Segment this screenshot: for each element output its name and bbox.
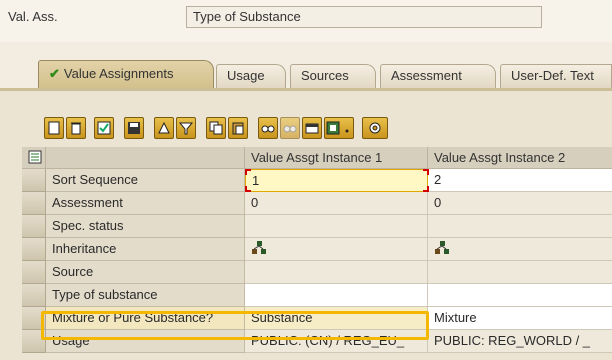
row-label: Spec. status <box>46 215 245 238</box>
mixture-or-pure-value-2[interactable]: Mixture <box>428 307 612 330</box>
checkmark-icon: ✔ <box>49 66 60 81</box>
tab-label: User-Def. Text <box>511 68 594 83</box>
delete-icon[interactable] <box>66 117 86 139</box>
row-label: Inheritance <box>46 238 245 261</box>
focus-corner-marker <box>245 186 251 192</box>
column-header-label <box>46 147 245 169</box>
tab-assessment[interactable]: Assessment <box>380 64 496 88</box>
layout-icon[interactable] <box>302 117 322 139</box>
filter-icon[interactable] <box>176 117 196 139</box>
assessment-value-2[interactable]: 0 <box>428 192 612 215</box>
table-row: Source <box>22 261 612 284</box>
focus-corner-marker <box>423 186 429 192</box>
tab-usage[interactable]: Usage <box>216 64 286 88</box>
assessment-value-1[interactable]: 0 <box>245 192 428 215</box>
value-assignments-panel: Value Assgt Instance 1 Value Assgt Insta… <box>0 91 612 360</box>
settings-icon[interactable] <box>362 117 388 139</box>
save-icon[interactable] <box>124 117 144 139</box>
tab-label: Sources <box>301 68 349 83</box>
spec-status-value-1[interactable] <box>245 215 428 238</box>
header-label: Val. Ass. <box>8 9 58 24</box>
row-selector[interactable] <box>22 261 46 284</box>
row-label: Assessment <box>46 192 245 215</box>
tab-label: Value Assignments <box>63 66 174 81</box>
row-label: Usage <box>46 330 245 353</box>
row-selector[interactable] <box>22 238 46 261</box>
mixture-or-pure-value-1[interactable]: Substance <box>245 307 428 330</box>
tab-strip: ✔ Value Assignments Usage Sources Assessm… <box>0 58 612 88</box>
find-icon[interactable] <box>258 117 278 139</box>
tab-label: Assessment <box>391 68 462 83</box>
header-bar: Val. Ass. Type of Substance <box>0 0 612 42</box>
row-selector[interactable] <box>22 284 46 307</box>
row-selector[interactable] <box>22 169 46 192</box>
table-row: Usage PUBLIC: (CN) / REG_EU_ PUBLIC: REG… <box>22 330 612 353</box>
source-value-1[interactable] <box>245 261 428 284</box>
usage-value-1[interactable]: PUBLIC: (CN) / REG_EU_ <box>245 330 428 353</box>
print-icon[interactable] <box>154 117 174 139</box>
sort-sequence-input-2[interactable]: 2 <box>428 169 612 192</box>
row-selector[interactable] <box>22 192 46 215</box>
row-label: Type of substance <box>46 284 245 307</box>
check-icon[interactable] <box>94 117 114 139</box>
spec-status-value-2[interactable] <box>428 215 612 238</box>
type-of-substance-input-2[interactable] <box>428 284 612 307</box>
type-of-substance-input-1[interactable] <box>245 284 428 307</box>
table-row: Sort Sequence 1 2 <box>22 169 612 192</box>
table-row: Type of substance <box>22 284 612 307</box>
table-row: Assessment 0 0 <box>22 192 612 215</box>
column-header-instance-1[interactable]: Value Assgt Instance 1 <box>245 147 428 169</box>
row-selector[interactable] <box>22 307 46 330</box>
tab-user-def-text[interactable]: User-Def. Text <box>500 64 612 88</box>
inheritance-value-2[interactable] <box>428 238 612 261</box>
find-next-icon[interactable] <box>280 117 300 139</box>
focus-corner-marker <box>245 169 251 175</box>
column-header-instance-2[interactable]: Value Assgt Instance 2 <box>428 147 612 169</box>
hierarchy-icon <box>435 241 449 254</box>
export-icon[interactable] <box>324 117 354 139</box>
row-label: Mixture or Pure Substance? <box>46 307 245 330</box>
table-row: Spec. status <box>22 215 612 238</box>
hierarchy-icon <box>252 241 266 254</box>
inheritance-value-1[interactable] <box>245 238 428 261</box>
header-value-field[interactable]: Type of Substance <box>186 6 542 28</box>
row-label: Sort Sequence <box>46 169 245 192</box>
table-row: Mixture or Pure Substance? Substance Mix… <box>22 307 612 330</box>
row-selector[interactable] <box>22 330 46 353</box>
copy-icon[interactable] <box>206 117 226 139</box>
create-icon[interactable] <box>44 117 64 139</box>
source-value-2[interactable] <box>428 261 612 284</box>
row-selector[interactable] <box>22 215 46 238</box>
tab-value-assignments[interactable]: ✔ Value Assignments <box>38 60 214 88</box>
row-label: Source <box>46 261 245 284</box>
paste-icon[interactable] <box>228 117 248 139</box>
tab-sources[interactable]: Sources <box>290 64 376 88</box>
select-all-icon[interactable] <box>22 147 46 169</box>
sort-sequence-input-1[interactable]: 1 <box>245 169 428 192</box>
usage-value-2[interactable]: PUBLIC: REG_WORLD / _ <box>428 330 612 353</box>
table-row: Inheritance <box>22 238 612 261</box>
tab-label: Usage <box>227 68 265 83</box>
focus-corner-marker <box>423 169 429 175</box>
